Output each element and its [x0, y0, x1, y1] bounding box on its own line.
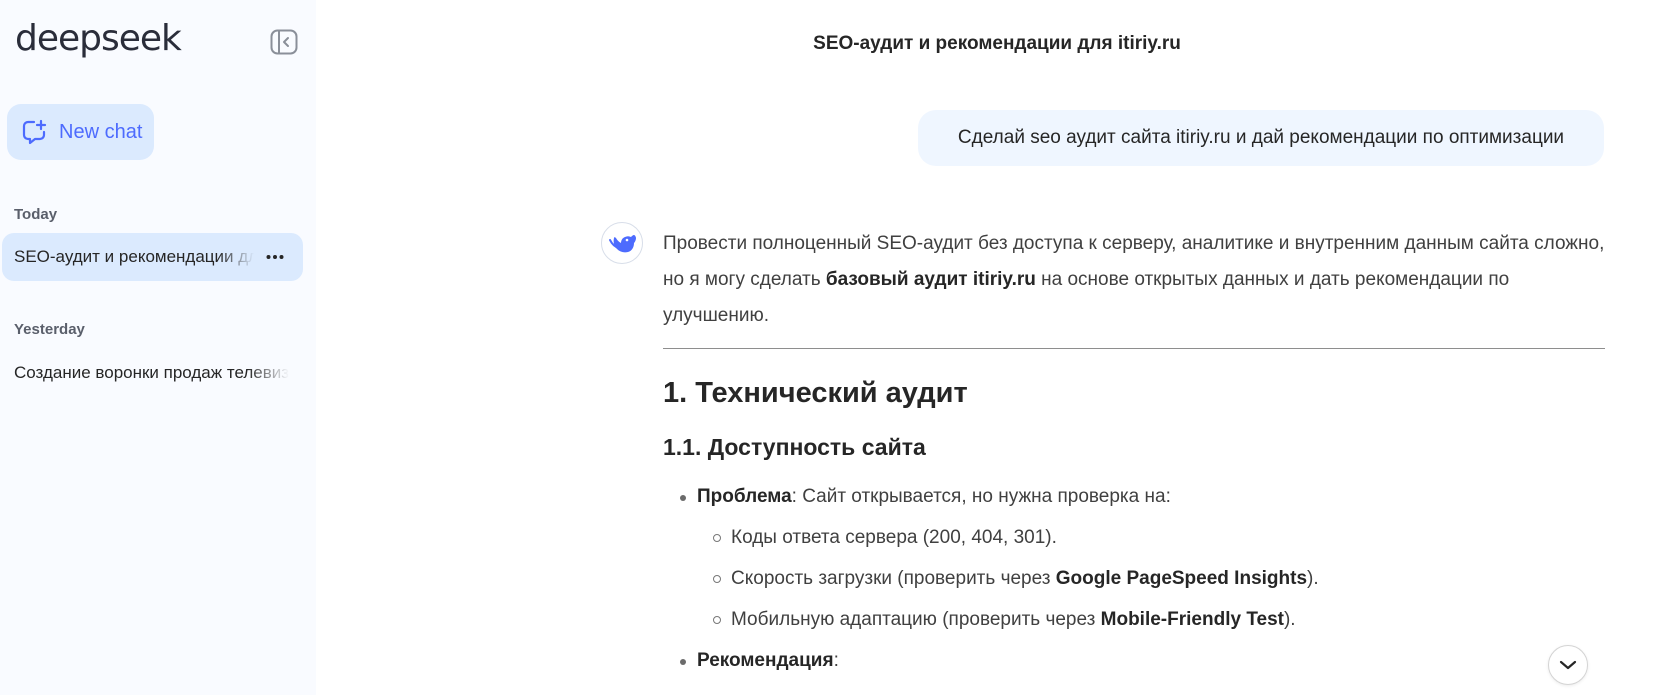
recommendation-label: Рекомендация: [697, 650, 834, 671]
section-label-yesterday: Yesterday: [14, 321, 85, 338]
chat-item-yesterday[interactable]: Создание воронки продаж телевизоров: [2, 349, 303, 397]
sub-item-text: Коды ответа сервера (200, 404, 301).: [731, 527, 1057, 548]
divider: [663, 348, 1605, 349]
chat-item-title: Создание воронки продаж телевизоров: [14, 363, 289, 382]
more-horizontal-icon: [266, 255, 284, 259]
chat-plus-icon: [22, 119, 47, 145]
scroll-to-bottom-button[interactable]: [1548, 645, 1588, 685]
deepseek-whale-icon: [609, 235, 636, 253]
sub-item-text: Скорость загрузки (проверить через: [731, 568, 1056, 589]
sub-item-bold: Google PageSpeed Insights: [1055, 568, 1308, 589]
sidebar-collapse-button[interactable]: [270, 29, 298, 55]
problem-text: : Сайт открывается, но нужна проверка на…: [791, 486, 1171, 507]
assistant-avatar: [601, 222, 643, 264]
list-item: Рекомендация:: [663, 643, 1605, 679]
sidebar: deepseek New chat Today SEO-аудит и реко…: [0, 0, 316, 695]
chat-item-title: SEO-аудит и рекомендации для itiriy.ru: [14, 247, 254, 266]
answer-intro: Провести полноценный SEO-аудит без досту…: [663, 226, 1605, 334]
sub-item-bold: Mobile-Friendly Test: [1100, 609, 1284, 630]
bullet-list: Проблема: Сайт открывается, но нужна про…: [663, 479, 1605, 679]
sub-item-text: ).: [1307, 568, 1319, 589]
sidebar-collapse-icon: [270, 29, 298, 55]
problem-label: Проблема: [697, 486, 792, 507]
list-item: Проблема: Сайт открывается, но нужна про…: [663, 479, 1605, 638]
page-title: SEO-аудит и рекомендации для itiriy.ru: [813, 33, 1181, 54]
heading-site-availability: 1.1. Доступность сайта: [663, 434, 926, 460]
sub-item-text: ).: [1283, 609, 1296, 630]
sub-list-item: Коды ответа сервера (200, 404, 301).: [697, 520, 1605, 556]
intro-bold: базовый аудит itiriy.ru: [825, 269, 1036, 290]
recommendation-colon: :: [833, 650, 839, 671]
app: deepseek New chat Today SEO-аудит и реко…: [0, 0, 1678, 695]
user-message-text: Сделай seo аудит сайта itiriy.ru и дай р…: [957, 127, 1565, 148]
sub-item-text: Мобильную адаптацию (проверить через: [731, 609, 1101, 630]
chat-more-button[interactable]: [265, 247, 285, 267]
new-chat-button[interactable]: New chat: [7, 104, 154, 160]
section-label-today: Today: [14, 206, 58, 223]
sub-list-item: Мобильную адаптацию (проверить через Mob…: [697, 602, 1605, 638]
new-chat-label: New chat: [59, 120, 143, 143]
main-panel: SEO-аудит и рекомендации для itiriy.ru С…: [316, 0, 1678, 695]
chat-item-active[interactable]: SEO-аудит и рекомендации для itiriy.ru: [2, 233, 303, 281]
sub-list-item: Скорость загрузки (проверить через Googl…: [697, 561, 1605, 597]
chevron-down-icon: [1559, 660, 1577, 670]
heading-technical-audit: 1. Технический аудит: [663, 377, 968, 409]
logo: deepseek: [15, 18, 182, 59]
sub-list: Коды ответа сервера (200, 404, 301). Ско…: [697, 520, 1605, 638]
assistant-answer: Провести полноценный SEO-аудит без досту…: [663, 226, 1605, 684]
user-message-bubble: Сделай seo аудит сайта itiriy.ru и дай р…: [918, 110, 1604, 166]
